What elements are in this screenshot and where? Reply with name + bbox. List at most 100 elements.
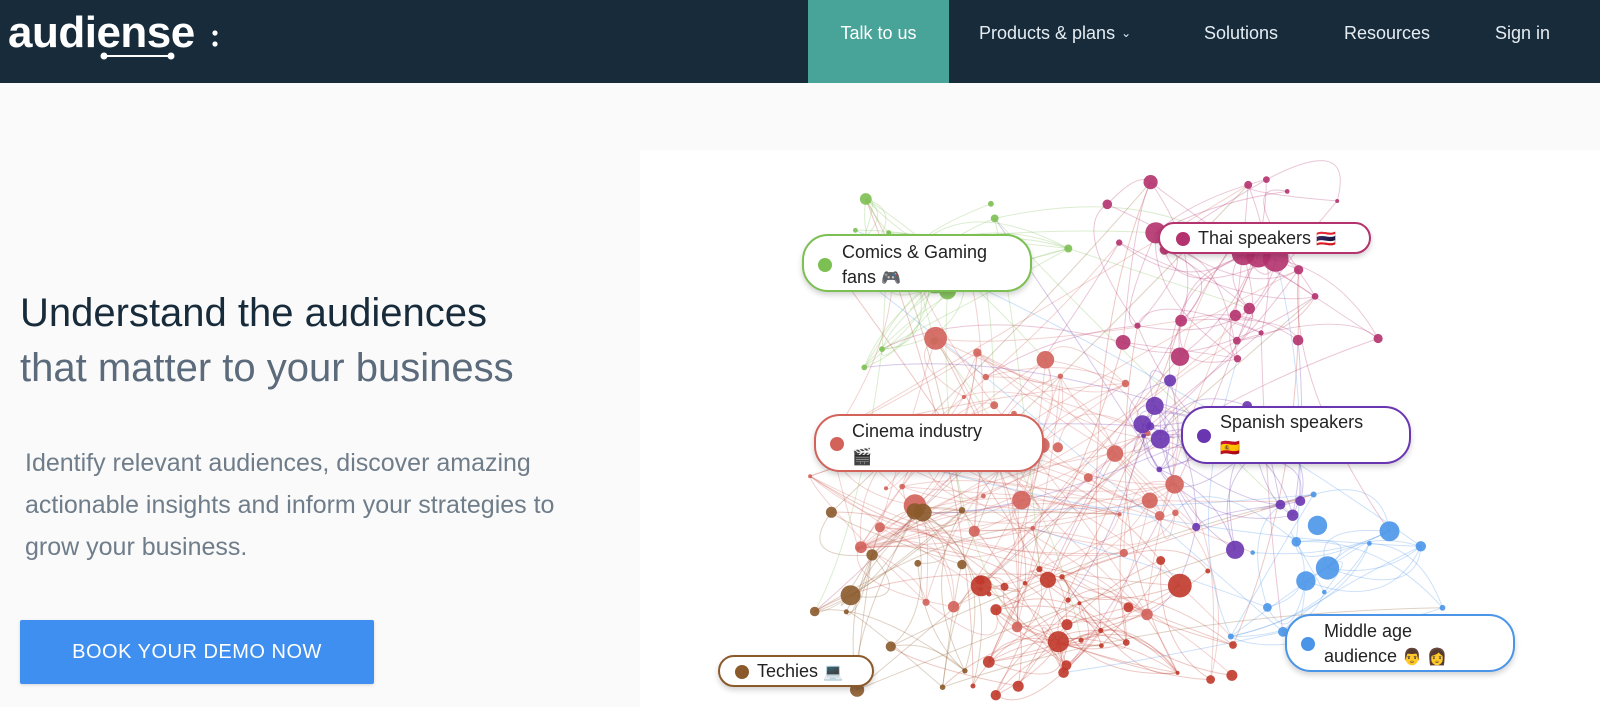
network-node	[885, 641, 896, 652]
cluster-label-text: Spanish speakers 🇪🇸	[1220, 412, 1364, 457]
network-node	[1122, 639, 1130, 646]
hero-subheadline: that matter to your business	[20, 346, 514, 390]
logo-wordmark: audiense	[8, 8, 195, 57]
thailand-flag-icon: 🇹🇭	[1316, 229, 1336, 248]
network-node	[1229, 641, 1237, 649]
cluster-label-text: Thai speakers 🇹🇭	[1198, 228, 1336, 248]
network-node	[982, 656, 995, 668]
network-node	[899, 483, 906, 490]
network-node	[1012, 490, 1031, 510]
network-node	[1275, 499, 1286, 510]
network-node	[1146, 422, 1155, 431]
network-node	[1226, 669, 1238, 681]
network-node	[1065, 597, 1071, 603]
network-edge	[1079, 596, 1234, 646]
network-node	[1119, 548, 1128, 558]
network-edge	[1246, 184, 1338, 202]
cluster-label-thai-speakers[interactable]: Thai speakers 🇹🇭	[1158, 222, 1371, 254]
network-node	[1379, 521, 1400, 542]
nav-solutions[interactable]: Solutions	[1204, 0, 1278, 83]
network-node	[1150, 429, 1170, 449]
network-edge	[890, 644, 966, 672]
network-node	[1102, 199, 1113, 210]
network-node	[981, 493, 986, 499]
network-node	[1307, 515, 1328, 536]
network-node	[1123, 602, 1134, 613]
network-node	[1061, 660, 1072, 671]
network-node	[1164, 374, 1177, 387]
network-node	[973, 348, 982, 357]
network-node	[1258, 330, 1264, 336]
network-node	[939, 684, 946, 690]
cluster-label-middle-age-audience[interactable]: Middle age audience 👨 👩	[1285, 614, 1515, 672]
network-node	[1263, 176, 1270, 183]
cluster-label-comics-gaming[interactable]: Comics & Gaming fans 🎮	[802, 234, 1032, 292]
chevron-down-icon: ⌄	[1121, 26, 1132, 40]
network-node	[961, 394, 966, 400]
hero-description: Identify relevant audiences, discover am…	[25, 449, 555, 561]
network-node	[1099, 643, 1104, 649]
network-node	[1098, 627, 1104, 634]
cluster-dot	[1197, 429, 1211, 443]
network-node	[855, 541, 867, 554]
cluster-dot	[1176, 232, 1190, 246]
cluster-label-text: Cinema industry 🎬	[852, 421, 983, 466]
network-node	[990, 690, 1001, 701]
nav-products-label: Products & plans	[979, 23, 1116, 43]
network-node	[1106, 445, 1124, 462]
network-node	[1227, 633, 1234, 640]
network-node	[1192, 522, 1201, 532]
network-node	[1243, 302, 1255, 315]
network-node	[874, 522, 885, 533]
network-node	[958, 507, 966, 514]
nav-products-plans[interactable]: Products & plans ⌄	[979, 0, 1131, 83]
network-node	[1284, 189, 1290, 194]
nav-sign-in[interactable]: Sign in	[1495, 0, 1550, 83]
network-node	[947, 601, 960, 613]
network-node	[986, 591, 992, 597]
cluster-dot	[830, 437, 844, 451]
network-node	[1439, 604, 1446, 611]
network-node	[1170, 347, 1190, 366]
network-node	[1206, 675, 1215, 684]
network-node	[988, 200, 994, 207]
network-node	[843, 609, 849, 615]
nav-resources[interactable]: Resources	[1344, 0, 1430, 83]
network-node	[1141, 608, 1153, 621]
network-node	[1030, 525, 1036, 531]
network-node	[1077, 601, 1082, 606]
network-node	[1022, 581, 1028, 586]
network-node	[1287, 509, 1299, 521]
network-node	[1141, 492, 1158, 509]
audience-network-graph: Comics & Gaming fans 🎮 Thai speakers 🇹🇭 C…	[640, 150, 1600, 707]
network-node	[962, 668, 968, 674]
network-node	[1115, 335, 1131, 350]
clapperboard-icon: 🎬	[852, 447, 872, 466]
network-node	[1154, 511, 1165, 521]
network-node	[990, 401, 999, 410]
network-node	[1061, 619, 1073, 631]
network-node	[1011, 621, 1023, 633]
cluster-label-techies[interactable]: Techies 💻	[718, 655, 874, 687]
network-node	[1117, 512, 1122, 517]
network-node	[879, 346, 885, 352]
network-node	[1036, 351, 1055, 369]
network-node	[1175, 314, 1187, 327]
nav-talk-to-us[interactable]: Talk to us	[808, 0, 949, 83]
top-navigation-bar: audiense Talk to us Products & plans ⌄ So…	[0, 0, 1600, 83]
network-edge	[1044, 346, 1126, 384]
cluster-label-spanish-speakers[interactable]: Spanish speakers 🇪🇸	[1181, 406, 1411, 464]
network-node	[1292, 334, 1304, 346]
network-node	[1310, 491, 1317, 498]
network-edge	[1122, 181, 1152, 343]
network-node	[1059, 574, 1065, 580]
book-demo-button[interactable]: BOOK YOUR DEMO NOW	[20, 620, 374, 684]
network-node	[840, 585, 861, 606]
network-node	[957, 559, 967, 570]
cluster-label-cinema-industry[interactable]: Cinema industry 🎬	[814, 414, 1044, 472]
network-node	[1296, 571, 1316, 591]
network-node	[1083, 473, 1093, 483]
cluster-dot	[735, 665, 749, 679]
network-node	[1145, 396, 1164, 415]
network-node	[1167, 573, 1192, 598]
